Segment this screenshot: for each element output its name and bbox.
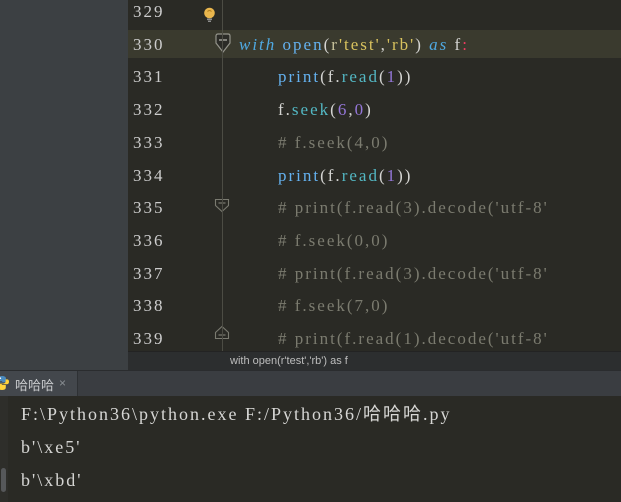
code-line-334[interactable]: print(f.read(1)): [278, 165, 621, 187]
line-number-337[interactable]: 337: [133, 263, 185, 285]
token-pl: (: [378, 166, 387, 185]
token-pl: (f.: [320, 166, 342, 185]
token-num: 6: [337, 100, 349, 119]
token-kw: as: [429, 35, 455, 54]
token-fn: print: [278, 67, 321, 86]
console-scrollbar-thumb[interactable]: [1, 468, 6, 492]
line-number-335[interactable]: 335: [133, 197, 185, 219]
line-number-333[interactable]: 333: [133, 132, 185, 154]
token-kw: with: [239, 35, 283, 54]
token-strp: r: [331, 35, 339, 54]
token-pl: (: [378, 67, 387, 86]
code-line-332[interactable]: f.seek(6,0): [278, 99, 621, 121]
project-panel[interactable]: [0, 0, 128, 370]
code-line-339[interactable]: # print(f.read(1).decode('utf-8': [278, 328, 621, 350]
line-number-338[interactable]: 338: [133, 295, 185, 317]
run-console[interactable]: F:\Python36\python.exe F:/Python36/哈哈哈.p…: [0, 396, 621, 502]
token-mth: read: [341, 67, 379, 86]
code-line-335[interactable]: # print(f.read(3).decode('utf-8': [278, 197, 621, 219]
token-cm: # print(f.read(3).decode('utf-8': [278, 264, 549, 283]
token-cm: # f.seek(7,0): [278, 296, 390, 315]
ide-window: 329 330 with open(r'test','rb') as f: 331 pr…: [0, 0, 621, 502]
token-pl: ): [365, 100, 373, 119]
token-mth: read: [341, 166, 379, 185]
token-num: 1: [386, 166, 398, 185]
line-number-332[interactable]: 332: [133, 99, 185, 121]
code-line-331[interactable]: print(f.read(1)): [278, 66, 621, 88]
code-line-330[interactable]: with open(r'test','rb') as f:: [239, 34, 621, 56]
token-str: 'rb': [386, 35, 416, 54]
token-cm: # f.seek(4,0): [278, 133, 390, 152]
console-line-1: F:\Python36\python.exe F:/Python36/哈哈哈.p…: [21, 404, 452, 424]
line-number-336[interactable]: 336: [133, 230, 185, 252]
token-pl: (: [330, 100, 338, 119]
token-mth: seek: [291, 100, 331, 119]
intention-bulb-icon[interactable]: [202, 7, 217, 30]
run-tab-label[interactable]: 哈哈哈: [15, 375, 54, 394]
code-line-337[interactable]: # print(f.read(3).decode('utf-8': [278, 263, 621, 285]
code-line-336[interactable]: # f.seek(0,0): [278, 230, 621, 252]
fold-marker-330[interactable]: [214, 33, 232, 59]
token-pl: )): [397, 67, 413, 86]
token-num: 1: [386, 67, 398, 86]
line-number-339[interactable]: 339: [133, 328, 185, 350]
token-colon: :: [462, 35, 469, 54]
token-cm: # print(f.read(1).decode('utf-8': [278, 329, 549, 348]
run-tab[interactable]: 哈哈哈 ×: [0, 371, 78, 396]
token-pl: ): [415, 35, 430, 54]
token-str: 'test': [338, 35, 381, 54]
code-line-329[interactable]: [239, 1, 621, 23]
line-number-329[interactable]: 329: [133, 1, 185, 23]
gutter-separator: [222, 0, 223, 351]
console-line-2: b'\xe5': [21, 437, 82, 457]
token-cm: # print(f.read(3).decode('utf-8': [278, 198, 549, 217]
token-cm: # f.seek(0,0): [278, 231, 390, 250]
console-scrollbar[interactable]: [0, 396, 8, 502]
tab-close-icon[interactable]: ×: [59, 376, 66, 390]
token-pl: )): [397, 166, 413, 185]
token-num: 0: [354, 100, 366, 119]
line-number-331[interactable]: 331: [133, 66, 185, 88]
context-hint-text: with open(r'test','rb') as f: [230, 355, 348, 367]
console-line-3: b'\xbd': [21, 470, 83, 490]
line-number-330[interactable]: 330: [133, 34, 185, 56]
token-pl: f.: [278, 100, 292, 119]
token-pl: (f.: [320, 67, 342, 86]
context-hint-bar: with open(r'test','rb') as f: [128, 351, 621, 370]
python-icon: [0, 375, 10, 396]
line-number-334[interactable]: 334: [133, 165, 185, 187]
code-line-338[interactable]: # f.seek(7,0): [278, 295, 621, 317]
token-fn: open: [282, 35, 324, 54]
code-line-333[interactable]: # f.seek(4,0): [278, 132, 621, 154]
token-fn: print: [278, 166, 321, 185]
run-tool-tab-bar: 哈哈哈 ×: [0, 370, 621, 396]
